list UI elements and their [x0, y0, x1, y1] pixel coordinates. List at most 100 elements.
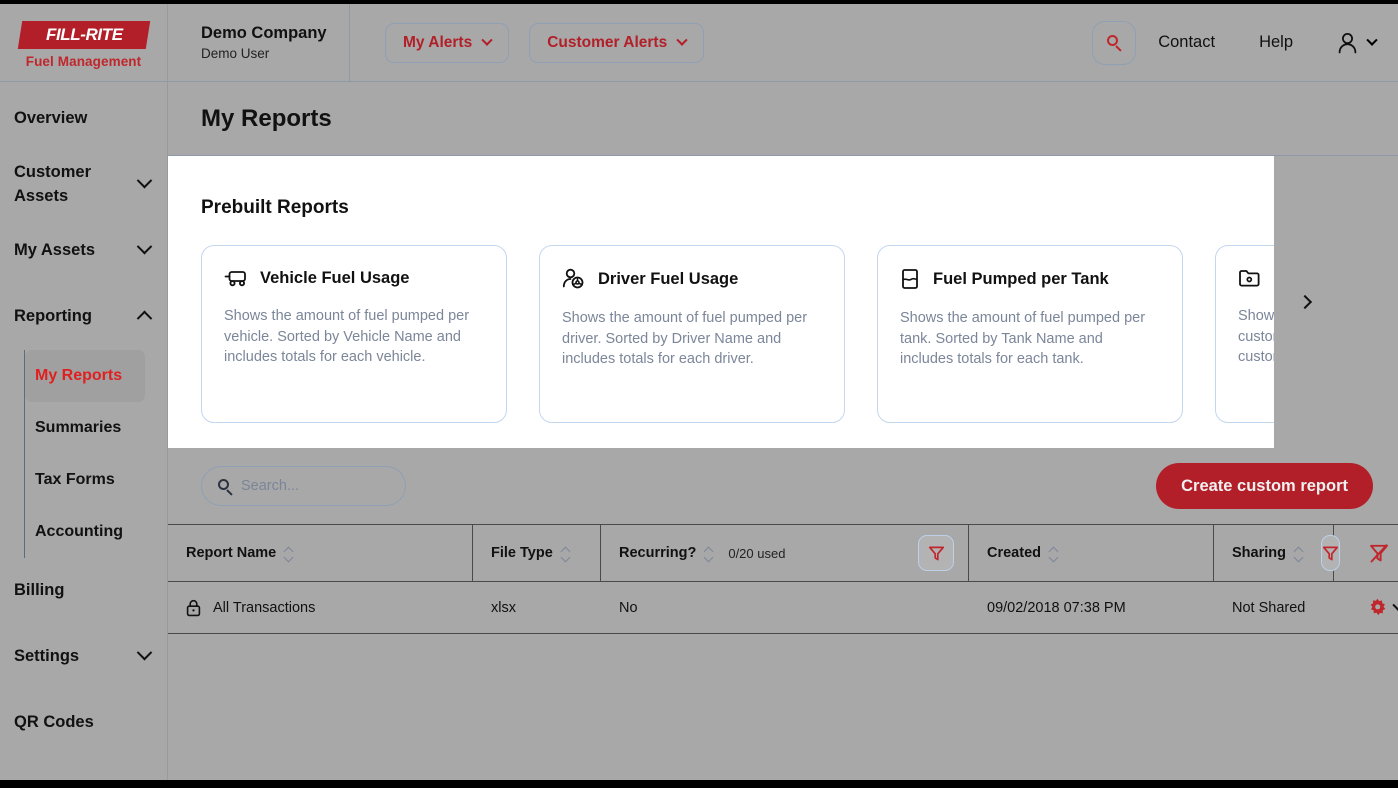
sidebar-item-summaries[interactable]: Summaries	[25, 402, 145, 454]
logo-text: FILL-RITE	[45, 24, 122, 44]
sidebar-item-my-reports[interactable]: My Reports	[25, 350, 145, 402]
sidebar-item-accounting[interactable]: Accounting	[25, 506, 145, 558]
sidebar-item-tax-forms[interactable]: Tax Forms	[25, 454, 145, 506]
chevron-down-icon	[1392, 599, 1398, 611]
page-content: Prebuilt Reports Vehicle Fuel Usage Show…	[168, 156, 1398, 780]
help-link[interactable]: Help	[1237, 33, 1315, 52]
column-header-sharing[interactable]: Sharing	[1214, 525, 1340, 581]
sidebar-item-customer-assets[interactable]: Customer Assets	[0, 152, 167, 218]
column-label: Report Name	[186, 545, 277, 561]
main-area: Demo Company Demo User My Alerts Custome…	[168, 4, 1398, 780]
filter-icon	[928, 546, 944, 560]
prebuilt-card-fuel-pumped-per-tank[interactable]: Fuel Pumped per Tank Shows the amount of…	[877, 245, 1183, 423]
column-header-file-type[interactable]: File Type	[473, 525, 601, 581]
cell-file-type: xlsx	[473, 582, 601, 633]
my-alerts-label: My Alerts	[403, 33, 473, 51]
clear-filters-button[interactable]	[1368, 542, 1390, 564]
cell-created: 09/02/2018 07:38 PM	[969, 582, 1214, 633]
reports-toolbar: Create custom report	[168, 448, 1398, 524]
column-header-recurring[interactable]: Recurring? 0/20 used	[601, 525, 969, 581]
table-header-actions	[1334, 525, 1398, 581]
column-label: File Type	[491, 545, 553, 561]
prebuilt-heading: Prebuilt Reports	[201, 197, 349, 218]
app-window: FILL-RITE Fuel Management Overview Custo…	[0, 4, 1398, 780]
create-custom-report-button[interactable]: Create custom report	[1156, 463, 1373, 509]
search-icon	[1106, 35, 1122, 52]
cell-report-name: All Transactions	[168, 582, 473, 633]
card-description: Shows the amount of fuel pumped per vehi…	[224, 308, 470, 366]
created-text: 09/02/2018 07:38 PM	[987, 599, 1126, 616]
sort-icon[interactable]	[1295, 547, 1304, 560]
sidebar-item-label: Billing	[14, 581, 65, 600]
column-label: Created	[987, 545, 1041, 561]
row-settings-menu[interactable]	[1368, 598, 1398, 617]
sidebar-item-label: Overview	[14, 109, 88, 128]
logo-badge: FILL-RITE	[17, 20, 150, 49]
sidebar-nav: Overview Customer Assets My Assets Repor…	[0, 82, 167, 780]
sort-icon[interactable]	[562, 547, 571, 560]
folder-icon	[1239, 270, 1260, 287]
clear-filter-icon	[1370, 544, 1388, 563]
page-title: My Reports	[201, 104, 332, 132]
column-label: Recurring?	[619, 545, 697, 561]
gear-icon	[1370, 598, 1386, 616]
cell-recurring: No	[601, 582, 969, 633]
chevron-up-icon	[136, 305, 153, 329]
sidebar-item-billing[interactable]: Billing	[0, 558, 167, 624]
sidebar-item-qr-codes[interactable]: QR Codes	[0, 690, 167, 756]
sidebar-item-label: QR Codes	[14, 713, 94, 732]
sidebar-item-settings[interactable]: Settings	[0, 624, 167, 690]
chevron-down-icon	[1366, 34, 1378, 46]
table-row[interactable]: All Transactions xlsx No 09/02/2018 07:3…	[168, 582, 1398, 634]
cell-actions	[1334, 582, 1398, 633]
sharing-text: Not Shared	[1232, 599, 1306, 616]
file-type-text: xlsx	[491, 599, 516, 616]
sidebar-item-label: Settings	[14, 647, 80, 666]
chevron-down-icon	[136, 644, 153, 669]
card-title: Vehicle Fuel Usage	[260, 268, 410, 287]
tank-icon	[902, 269, 918, 289]
brand-logo[interactable]: FILL-RITE Fuel Management	[0, 4, 167, 82]
truck-icon	[224, 271, 246, 287]
my-alerts-button[interactable]: My Alerts	[385, 22, 510, 63]
sidebar-item-label: Reporting	[14, 307, 92, 326]
user-menu[interactable]	[1315, 32, 1378, 54]
sidebar-item-label: My Reports	[35, 367, 123, 384]
contact-link[interactable]: Contact	[1136, 33, 1237, 52]
table-header-row: Report Name File Type Recurring? 0/20 us…	[168, 524, 1398, 582]
chevron-down-icon	[136, 172, 153, 197]
topbar-right: Contact Help	[1092, 20, 1398, 65]
column-header-created[interactable]: Created	[969, 525, 1214, 581]
topbar: Demo Company Demo User My Alerts Custome…	[168, 4, 1398, 82]
driver-icon	[562, 268, 584, 289]
sort-icon[interactable]	[1050, 547, 1059, 560]
sidebar-item-my-assets[interactable]: My Assets	[0, 218, 167, 284]
customer-alerts-button[interactable]: Customer Alerts	[529, 22, 705, 63]
alerts-group: My Alerts Customer Alerts	[350, 22, 705, 63]
column-header-report-name[interactable]: Report Name	[168, 525, 473, 581]
search-field[interactable]	[201, 466, 406, 506]
company-name: Demo Company	[201, 24, 327, 42]
sort-icon[interactable]	[705, 547, 714, 560]
filter-recurring-button[interactable]	[918, 535, 954, 571]
user-icon	[1338, 32, 1357, 53]
sidebar-item-overview[interactable]: Overview	[0, 86, 167, 152]
recurring-usage-count: 0/20 used	[728, 545, 786, 561]
prebuilt-reports-panel: Prebuilt Reports Vehicle Fuel Usage Show…	[168, 156, 1335, 448]
search-input[interactable]	[240, 478, 389, 494]
sort-icon[interactable]	[285, 547, 294, 560]
user-name: Demo User	[201, 46, 270, 61]
table-empty-area	[168, 634, 1398, 780]
prebuilt-card-driver-fuel-usage[interactable]: Driver Fuel Usage Shows the amount of fu…	[539, 245, 845, 423]
cell-sharing: Not Shared	[1214, 582, 1334, 633]
search-icon	[218, 478, 233, 496]
report-name-text: All Transactions	[213, 599, 316, 616]
sidebar-item-label: Customer Assets	[14, 163, 92, 205]
card-description: Shows the amount of fuel pumped per driv…	[562, 310, 808, 368]
sidebar-item-reporting[interactable]: Reporting	[0, 284, 167, 350]
lock-icon	[186, 599, 201, 616]
sidebar-item-label: My Assets	[14, 241, 96, 260]
search-button[interactable]	[1092, 20, 1137, 65]
prebuilt-card-vehicle-fuel-usage[interactable]: Vehicle Fuel Usage Shows the amount of f…	[201, 245, 507, 423]
prebuilt-next-button[interactable]	[1274, 156, 1335, 448]
